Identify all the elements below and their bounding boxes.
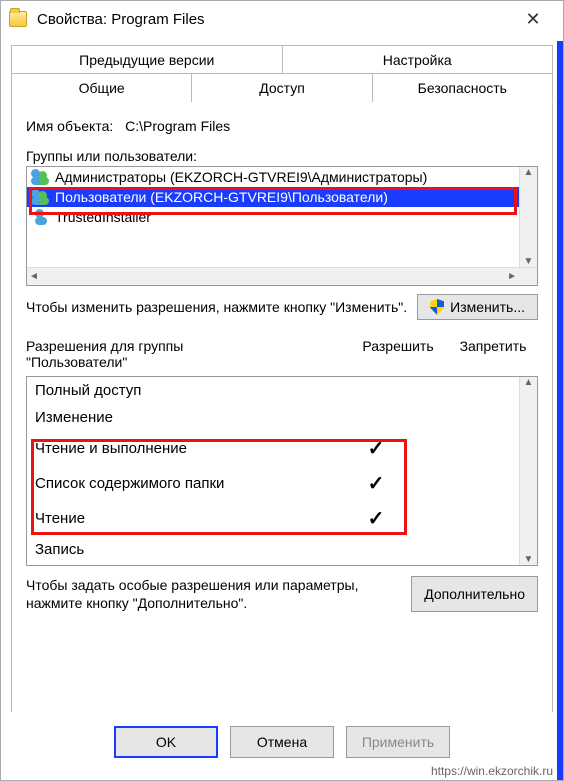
folder-icon bbox=[9, 11, 27, 27]
list-item-label: Пользователи (EKZORCH-GTVREI9\Пользовате… bbox=[55, 189, 388, 205]
window-title: Свойства: Program Files bbox=[37, 11, 511, 28]
allow-mark: ✓ bbox=[331, 506, 421, 531]
edit-button-label: Изменить... bbox=[450, 299, 525, 315]
list-item-label: TrustedInstaller bbox=[55, 209, 151, 225]
tabs: Предыдущие версии Настройка Общие Доступ… bbox=[1, 37, 563, 102]
allow-mark: ✓ bbox=[331, 436, 421, 461]
permissions-listbox[interactable]: Полный доступ Изменение Чтение и выполне… bbox=[26, 376, 538, 566]
perm-row[interactable]: Запись bbox=[27, 536, 519, 563]
object-name-label: Имя объекта: bbox=[26, 118, 113, 134]
user-icon bbox=[31, 209, 51, 225]
apply-button[interactable]: Применить bbox=[346, 726, 450, 758]
col-deny: Запретить bbox=[448, 338, 538, 370]
tab-customize[interactable]: Настройка bbox=[283, 45, 554, 74]
properties-window: Свойства: Program Files ✕ Предыдущие вер… bbox=[0, 0, 564, 781]
list-item[interactable]: Пользователи (EKZORCH-GTVREI9\Пользовате… bbox=[27, 187, 519, 207]
security-panel: Имя объекта: C:\Program Files Группы или… bbox=[11, 102, 553, 714]
perm-row[interactable]: Изменение bbox=[27, 404, 519, 431]
perm-row[interactable]: Чтение и выполнение ✓ bbox=[27, 431, 519, 466]
decorative-edge bbox=[557, 41, 563, 780]
perm-row[interactable]: Полный доступ bbox=[27, 377, 519, 404]
col-allow: Разрешить bbox=[348, 338, 448, 370]
object-name-value: C:\Program Files bbox=[125, 118, 230, 134]
close-button[interactable]: ✕ bbox=[511, 5, 555, 33]
list-item[interactable]: TrustedInstaller bbox=[27, 207, 519, 227]
advanced-button[interactable]: Дополнительно bbox=[411, 576, 538, 612]
vertical-scrollbar[interactable]: ▲▼ bbox=[519, 377, 537, 565]
tab-security[interactable]: Безопасность bbox=[373, 73, 553, 103]
vertical-scrollbar[interactable]: ▲▼ bbox=[519, 167, 537, 267]
ok-button[interactable]: OK bbox=[114, 726, 218, 758]
edit-hint: Чтобы изменить разрешения, нажмите кнопк… bbox=[26, 298, 417, 316]
titlebar: Свойства: Program Files ✕ bbox=[1, 1, 563, 37]
watermark: https://win.ekzorchik.ru bbox=[431, 764, 553, 778]
tab-sharing[interactable]: Доступ bbox=[192, 73, 372, 103]
list-item[interactable]: Администраторы (EKZORCH-GTVREI9\Админист… bbox=[27, 167, 519, 187]
groups-listbox[interactable]: Администраторы (EKZORCH-GTVREI9\Админист… bbox=[26, 166, 538, 286]
groups-label: Группы или пользователи: bbox=[26, 148, 538, 164]
group-icon bbox=[31, 169, 51, 185]
group-icon bbox=[31, 189, 51, 205]
permissions-label: Разрешения для группы "Пользователи" bbox=[26, 338, 348, 370]
perm-row[interactable]: Чтение ✓ bbox=[27, 501, 519, 536]
list-item-label: Администраторы (EKZORCH-GTVREI9\Админист… bbox=[55, 169, 427, 185]
cancel-button[interactable]: Отмена bbox=[230, 726, 334, 758]
perm-row[interactable]: Список содержимого папки ✓ bbox=[27, 466, 519, 501]
advanced-hint: Чтобы задать особые разрешения или парам… bbox=[26, 576, 401, 612]
edit-button[interactable]: Изменить... bbox=[417, 294, 538, 320]
advanced-button-label: Дополнительно bbox=[424, 586, 525, 602]
tab-general[interactable]: Общие bbox=[11, 73, 192, 103]
tab-previous-versions[interactable]: Предыдущие версии bbox=[11, 45, 283, 74]
shield-icon bbox=[430, 299, 444, 315]
allow-mark: ✓ bbox=[331, 471, 421, 496]
horizontal-scrollbar[interactable]: ◄► bbox=[27, 267, 537, 285]
